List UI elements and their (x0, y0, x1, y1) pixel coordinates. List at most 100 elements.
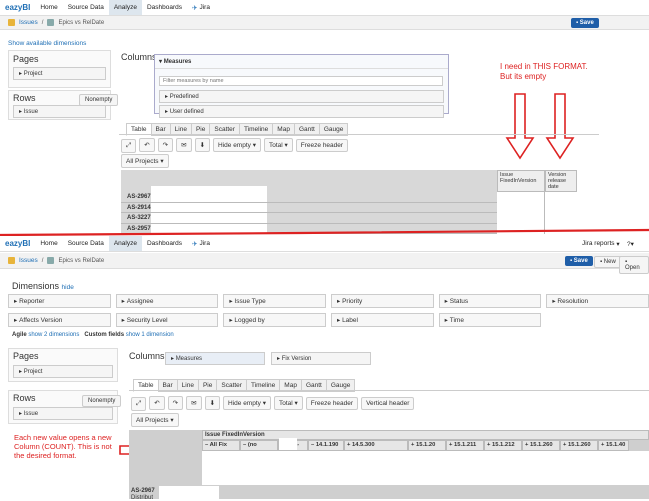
eazybi-logo-bottom: eazyBI (5, 239, 31, 248)
dimension-status[interactable]: ▸ Status (438, 294, 542, 308)
pages-title: Pages (13, 54, 39, 64)
dimension-label[interactable]: ▸ Label (330, 313, 434, 327)
dimension-logged-by[interactable]: ▸ Logged by (223, 313, 326, 327)
save-button[interactable]: ▪ Save (571, 17, 599, 28)
table-row: AS-3227 (121, 213, 577, 224)
col-header: – All Fix (202, 440, 240, 451)
table-row: AS-2967 (121, 192, 577, 203)
hide-dimensions-link[interactable]: hide (62, 284, 74, 291)
row-header: AS-2967 (127, 194, 151, 200)
dimension-label: Reporter (19, 297, 45, 305)
dimension-label: Label (342, 316, 358, 324)
nav-analyze[interactable]: Analyze (108, 0, 142, 15)
fullscreen-icon[interactable]: ⤢ (121, 139, 137, 153)
dimension-reporter[interactable]: ▸ Reporter (8, 294, 111, 308)
total-dropdown-bottom[interactable]: Total ▾ (273, 396, 303, 410)
empty-cells (202, 451, 649, 485)
down-arrow-2 (545, 93, 575, 160)
redo-icon[interactable]: ↷ (157, 138, 174, 152)
download-icon[interactable]: ⬇ (194, 138, 211, 152)
down-arrow-1 (505, 93, 535, 160)
dimension-label: Priority (342, 297, 363, 305)
pages-title-bottom: Pages (13, 351, 39, 361)
down-arrows (505, 93, 575, 160)
dimension-issue-type[interactable]: ▸ Issue Type (223, 294, 326, 308)
dimension-resolution[interactable]: ▸ Resolution (546, 294, 649, 308)
undo-icon[interactable]: ↶ (149, 396, 165, 410)
breadcrumb-issues-bottom[interactable]: Issues (19, 257, 38, 264)
rows-issue-pill[interactable]: ▸ Issue (13, 105, 106, 118)
top-navbar: eazyBI Home Source Data Analyze Dashboar… (0, 0, 649, 16)
vertical-header-button[interactable]: Vertical header (361, 397, 415, 410)
dimension-label: Time (449, 316, 464, 324)
report-icon (47, 257, 55, 264)
dimension-label: Status (449, 297, 469, 305)
save-button-bottom[interactable]: ▪ Save (565, 256, 593, 266)
freeze-header-button[interactable]: Freeze header (295, 139, 349, 152)
measures-header[interactable]: ▾ Measures (155, 55, 448, 69)
breadcrumb-report-bottom: Epics vs RelDate (58, 257, 105, 264)
dimension-label: Security Level (126, 316, 168, 324)
col-header: + 15.1.211 (446, 440, 484, 451)
dimension-time[interactable]: ▸ Time (438, 313, 542, 327)
nav-home-bottom[interactable]: Home (35, 236, 62, 251)
dimension-label: Affects Version (19, 316, 63, 324)
open-button[interactable]: ▪ Open (619, 256, 649, 274)
col-header: – 14.1.190 (308, 440, 344, 451)
measures-pill[interactable]: ▸ Measures (165, 352, 265, 365)
nonempty-button-bottom[interactable]: Nonempty (82, 395, 122, 407)
undo-icon[interactable]: ↶ (139, 138, 155, 152)
breadcrumb-report: Epics vs RelDate (58, 19, 105, 26)
dimension-priority[interactable]: ▸ Priority (330, 294, 434, 308)
help-icon[interactable]: ?▾ (622, 236, 639, 251)
dimension-assignee[interactable]: ▸ Assignee (115, 294, 219, 308)
filter-measures-input[interactable] (159, 76, 443, 86)
redo-icon[interactable]: ↷ (167, 396, 184, 410)
hide-empty-dropdown-bottom[interactable]: Hide empty ▾ (223, 396, 271, 410)
nav-source-data-bottom[interactable]: Source Data (63, 236, 109, 251)
nav-dashboards-bottom[interactable]: Dashboards (142, 236, 187, 251)
dimensions-grid: ▸ Reporter ▸ Assignee ▸ Issue Type ▸ Priori… (8, 294, 649, 327)
dimension-affects-version[interactable]: ▸ Affects Version (8, 313, 111, 327)
custom-fields-show-link[interactable]: show 1 dimension (126, 332, 174, 338)
columns-title-bottom: Columns (129, 351, 165, 361)
nav-jira[interactable]: ✈ Jira (187, 0, 215, 15)
total-dropdown[interactable]: Total ▾ (263, 138, 293, 152)
nav-dashboards[interactable]: Dashboards (142, 0, 187, 15)
breadcrumb-issues[interactable]: Issues (19, 19, 38, 26)
predefined-group[interactable]: ▸ Predefined (159, 90, 444, 103)
nav-jira-bottom[interactable]: ✈ Jira (187, 236, 215, 251)
all-projects-dropdown-bottom[interactable]: All Projects ▾ (131, 413, 179, 427)
rows-panel: Rows Nonempty ▸ Issue (8, 90, 119, 120)
freeze-header-button-bottom[interactable]: Freeze header (305, 397, 359, 410)
download-icon[interactable]: ⬇ (204, 396, 221, 410)
hide-empty-dropdown[interactable]: Hide empty ▾ (213, 138, 261, 152)
top-result-table: Issue FixedInVersion Version release dat… (121, 170, 577, 234)
show-dimensions-link[interactable]: Show available dimensions (8, 40, 86, 47)
comment-icon[interactable]: ✉ (186, 396, 202, 410)
annotation-top: I need in THIS FORMAT. But its empty (500, 62, 588, 81)
jira-icon: ✈ (192, 240, 198, 248)
nav-source-data[interactable]: Source Data (63, 0, 109, 15)
new-button[interactable]: ▪ New (594, 256, 622, 268)
nav-analyze-bottom[interactable]: Analyze (108, 236, 142, 251)
pages-project-pill[interactable]: ▸ Project (13, 67, 106, 80)
cell-release-date (545, 192, 577, 203)
fullscreen-icon[interactable]: ⤢ (131, 397, 147, 411)
col-header: + 15.1.260 (560, 440, 598, 451)
pages-project-pill-bottom[interactable]: ▸ Project (13, 365, 113, 378)
nav-home[interactable]: Home (35, 0, 62, 15)
jira-reports-menu[interactable]: Jira reports ▾ (577, 236, 625, 251)
rows-panel-bottom: Rows Nonempty ▸ Issue (8, 390, 122, 424)
nonempty-button[interactable]: Nonempty (79, 94, 119, 106)
pages-panel-bottom: Pages ▸ Project (8, 348, 118, 382)
rows-issue-pill-bottom[interactable]: ▸ Issue (13, 407, 113, 420)
agile-show-link[interactable]: show 2 dimensions (28, 332, 79, 338)
all-projects-dropdown[interactable]: All Projects ▾ (121, 154, 169, 168)
dimension-label: Resolution (557, 297, 589, 305)
bottom-navbar: eazyBI Home Source Data Analyze Dashboar… (0, 236, 649, 252)
user-defined-group[interactable]: ▸ User defined (159, 105, 444, 118)
comment-icon[interactable]: ✉ (176, 138, 192, 152)
fix-version-pill[interactable]: ▸ Fix Version (271, 352, 371, 365)
dimension-security-level[interactable]: ▸ Security Level (115, 313, 219, 327)
